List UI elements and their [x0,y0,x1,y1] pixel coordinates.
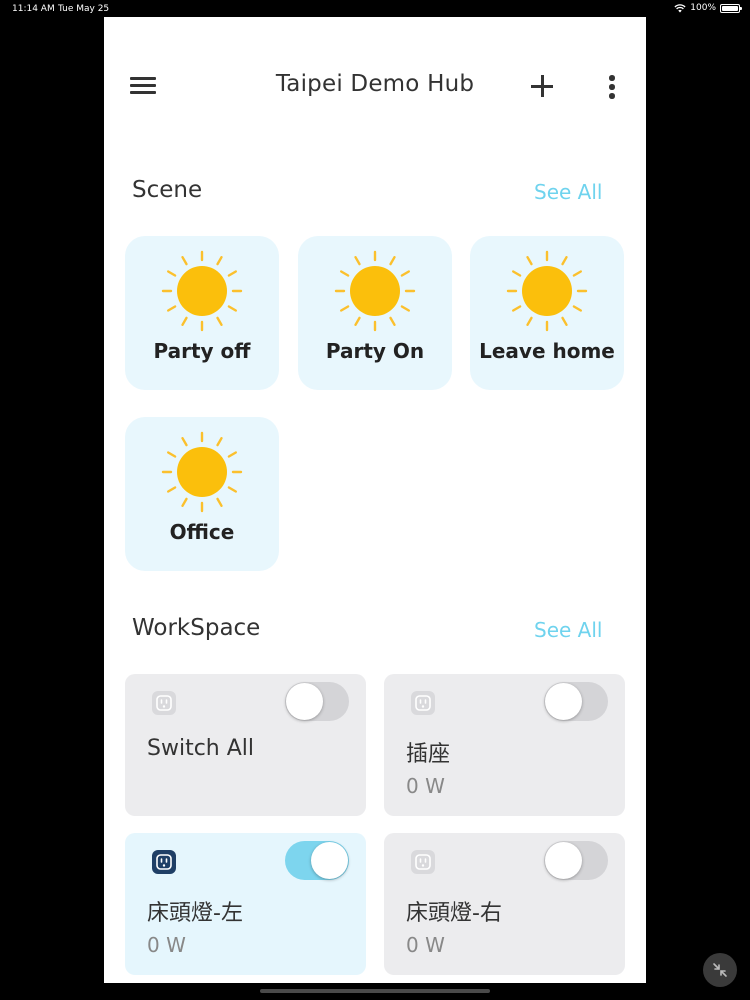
scene-label: Party On [325,339,425,363]
sun-icon [334,250,416,332]
home-indicator[interactable] [260,989,490,993]
status-time: 11:14 AM [12,4,55,14]
sun-icon [506,250,588,332]
scene-card-leave-home[interactable]: Leave home [470,236,624,390]
device-card-switch-all[interactable]: Switch All [125,674,366,816]
plug-icon [152,691,176,715]
status-right: 100% [674,3,742,13]
status-bar: 11:14 AM Tue May 25 100% [0,0,750,18]
device-card-bedside-lamp-left[interactable]: 床頭燈-左 0 W [125,833,366,975]
battery-percent: 100% [690,3,716,13]
device-name: Switch All [147,736,255,761]
scene-label: Party off [153,339,251,363]
device-card-bedside-lamp-right[interactable]: 床頭燈-右 0 W [384,833,625,975]
device-name: 床頭燈-右 [406,901,502,926]
device-toggle[interactable] [544,841,608,880]
device-toggle[interactable] [285,841,349,880]
scene-see-all-link[interactable]: See All [534,180,602,204]
wifi-icon [674,3,686,12]
collapse-window-icon[interactable] [703,953,737,987]
plug-icon [411,691,435,715]
plus-icon[interactable] [528,72,556,100]
app-panel: Taipei Demo Hub Scene See All Party off … [104,17,646,983]
scene-card-party-off[interactable]: Party off [125,236,279,390]
status-date: Tue May 25 [58,4,110,14]
workspace-section-title: WorkSpace [132,615,261,641]
device-name: 插座 [406,742,451,767]
device-name: 床頭燈-左 [147,901,243,926]
battery-icon [720,3,742,13]
plug-icon [152,850,176,874]
page-title: Taipei Demo Hub [275,71,475,97]
device-power: 0 W [406,933,445,957]
sun-icon [161,250,243,332]
sun-icon [161,431,243,513]
app-bar: Taipei Demo Hub [104,59,646,113]
more-vertical-icon[interactable] [604,73,620,101]
device-card-socket[interactable]: 插座 0 W [384,674,625,816]
device-toggle[interactable] [285,682,349,721]
device-power: 0 W [406,774,445,798]
scene-card-party-on[interactable]: Party On [298,236,452,390]
device-power: 0 W [147,933,186,957]
scene-section-title: Scene [132,177,203,203]
workspace-see-all-link[interactable]: See All [534,618,602,642]
scene-label: Leave home [479,339,615,363]
scene-label: Office [169,520,235,544]
plug-icon [411,850,435,874]
scene-card-office[interactable]: Office [125,417,279,571]
device-toggle[interactable] [544,682,608,721]
